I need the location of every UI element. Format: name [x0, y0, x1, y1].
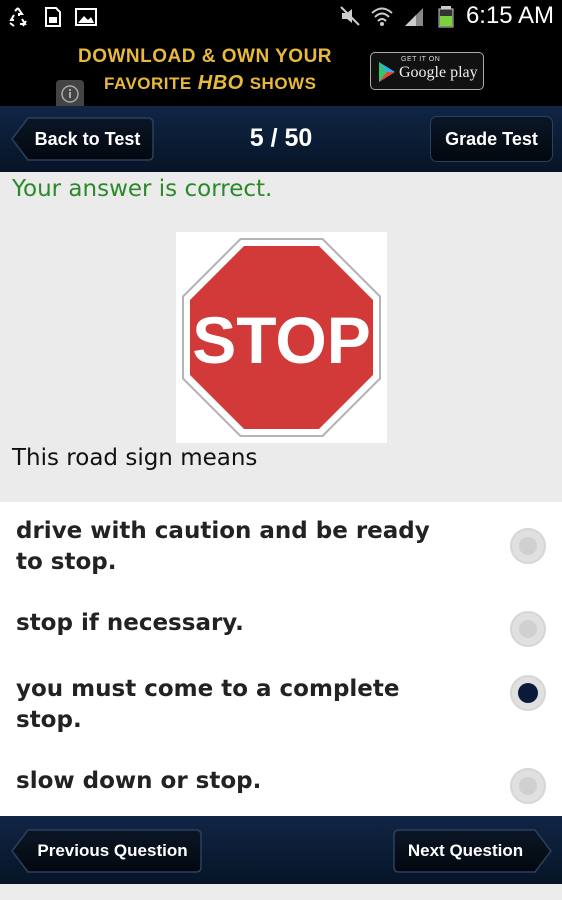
answer-option-text: stop if necessary. [16, 610, 244, 636]
grade-test-button[interactable]: Grade Test [430, 116, 553, 162]
ad-info-icon[interactable] [56, 80, 84, 106]
answer-option-text: slow down or stop. [16, 768, 262, 794]
signal-icon [404, 8, 423, 26]
ad-subline-suffix: SHOWS [249, 73, 317, 93]
ad-banner[interactable]: DOWNLOAD & OWN YOUR FAVORITE HBO SHOWS G… [0, 36, 562, 106]
question-text: This road sign means [12, 445, 258, 471]
sign-text: STOP [192, 303, 371, 377]
badge-caption: GET IT ON [401, 56, 441, 63]
answer-radio-3[interactable] [510, 675, 546, 711]
ad-headline: DOWNLOAD & OWN YOUR [78, 46, 333, 67]
next-button-label: Next Question [407, 841, 524, 860]
answer-option-text: drive with caution and be ready to stop. [16, 518, 430, 575]
radio-dot [518, 683, 538, 703]
status-clock: 6:15 AM [465, 2, 554, 29]
stop-sign-image: STOP [176, 232, 387, 443]
answer-options: drive with caution and be ready to stop.… [0, 502, 562, 816]
bottom-strip [0, 884, 562, 900]
battery-icon [438, 6, 454, 28]
recycle-icon [9, 7, 27, 27]
play-store-icon [379, 62, 395, 82]
mute-icon [340, 6, 360, 26]
ad-subline-prefix: FAVORITE [104, 73, 192, 93]
status-bar: 6:15 AM [0, 0, 562, 36]
badge-store-name: Google play [399, 64, 478, 81]
radio-dot [519, 620, 537, 638]
answer-option-text: you must come to a complete stop. [16, 676, 400, 733]
answer-option-3[interactable]: you must come to a complete stop. [0, 672, 562, 752]
grade-button-label: Grade Test [445, 128, 538, 149]
answer-option-2[interactable]: stop if necessary. [0, 606, 562, 662]
result-message: Your answer is correct. [12, 176, 273, 202]
hbo-logo: HBO [197, 72, 244, 94]
google-play-badge[interactable]: GET IT ON Google play [370, 52, 484, 90]
radio-dot [519, 777, 537, 795]
ad-subline: FAVORITE HBO SHOWS [104, 72, 316, 95]
answer-radio-4[interactable] [510, 768, 546, 804]
next-question-button[interactable]: Next Question [392, 828, 553, 874]
nav-bar: Back to Test 5 / 50 Grade Test [0, 106, 562, 172]
answer-option-4[interactable]: slow down or stop. [0, 764, 562, 814]
radio-dot [519, 537, 537, 555]
prev-button-label: Previous Question [37, 841, 188, 860]
sd-card-icon [45, 7, 61, 27]
image-icon [75, 8, 97, 26]
wifi-icon [371, 7, 393, 26]
bottom-nav-bar: Previous Question Next Question [0, 816, 562, 884]
answer-radio-1[interactable] [510, 528, 546, 564]
previous-question-button[interactable]: Previous Question [10, 828, 203, 874]
answer-option-1[interactable]: drive with caution and be ready to stop. [0, 514, 562, 594]
answer-radio-2[interactable] [510, 611, 546, 647]
